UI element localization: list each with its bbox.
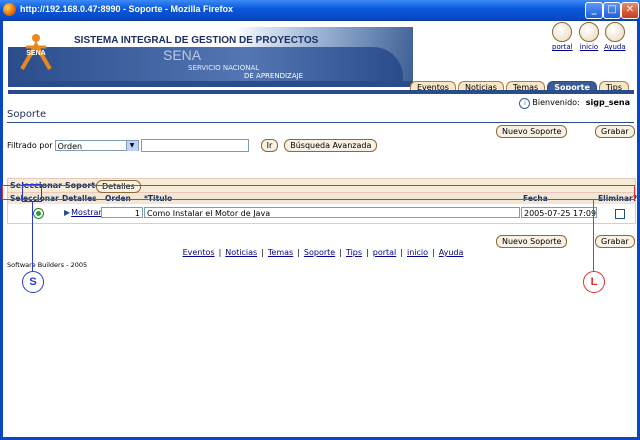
ayuda-link-label[interactable]: Ayuda — [604, 43, 626, 51]
firefox-icon — [3, 3, 16, 16]
home-icon — [579, 22, 599, 42]
footer-credit: Software Builders - 2005 — [7, 261, 88, 269]
inicio-link[interactable]: inicio — [579, 22, 599, 51]
welcome-label: Bienvenido: — [532, 98, 580, 107]
ayuda-link[interactable]: Ayuda — [604, 22, 626, 51]
filter-bar: Filtrado por Orden ▼ Ir Búsqueda Avanzad… — [7, 139, 378, 152]
footer-link-noticias[interactable]: Noticias — [225, 248, 257, 257]
annotation-l-box — [2, 185, 635, 200]
annotation-l-line — [593, 200, 594, 271]
table-row: ▶Mostrar 1 Como Instalar el Motor de Jav… — [8, 206, 635, 220]
fecha-input[interactable]: 2005-07-25 17:09:55 — [521, 207, 597, 218]
title-divider — [7, 122, 634, 123]
sena-logo: SENA — [20, 34, 52, 71]
portal-link-label[interactable]: portal — [552, 43, 573, 51]
chevron-down-icon[interactable]: ▼ — [125, 141, 138, 151]
logo-text: SENA — [26, 50, 45, 57]
play-arrow-icon: ▶ — [64, 208, 71, 217]
footer-link-temas[interactable]: Temas — [268, 248, 293, 257]
annotation-s-box — [22, 184, 42, 202]
filter-select[interactable]: Orden ▼ — [54, 140, 139, 151]
window-titlebar: http://192.168.0.47:8990 - Soporte - Moz… — [0, 0, 640, 21]
banner-subtitle-2: DE APRENDIZAJE — [244, 72, 304, 80]
app-title: SISTEMA INTEGRAL DE GESTION DE PROYECTOS — [74, 35, 319, 46]
banner-sena: SENA — [163, 47, 202, 63]
footer-link-inicio[interactable]: inicio — [407, 248, 428, 257]
orden-input[interactable]: 1 — [101, 207, 143, 218]
browser-content: SENA SISTEMA INTEGRAL DE GESTION DE PROY… — [0, 21, 640, 440]
eliminar-checkbox[interactable] — [615, 209, 625, 219]
busqueda-avanzada-button[interactable]: Búsqueda Avanzada — [284, 139, 378, 152]
nuevo-soporte-button-top[interactable]: Nuevo Soporte — [496, 125, 568, 138]
footer-link-portal[interactable]: portal — [373, 248, 397, 257]
annotation-l-marker: L — [583, 271, 605, 293]
mostrar-link[interactable]: ▶Mostrar — [64, 208, 102, 217]
maximize-button[interactable]: □ — [603, 2, 621, 19]
nuevo-soporte-button-bottom[interactable]: Nuevo Soporte — [496, 235, 568, 248]
header-banner: SENA SISTEMA INTEGRAL DE GESTION DE PROY… — [8, 27, 413, 87]
portal-link[interactable]: portal — [552, 22, 573, 51]
banner-subtitle-1: SERVICIO NACIONAL — [188, 64, 260, 72]
annotation-s-marker: S — [22, 271, 44, 293]
footer-link-soporte[interactable]: Soporte — [304, 248, 335, 257]
select-radio[interactable] — [33, 208, 44, 219]
filter-select-value: Orden — [57, 142, 83, 151]
portal-icon — [552, 22, 573, 42]
annotation-s-line — [32, 202, 33, 271]
window-title: http://192.168.0.47:8990 - Soporte - Moz… — [20, 4, 234, 14]
footer-nav: Eventos | Noticias | Temas | Soporte | Tips | port… — [182, 248, 464, 257]
filter-label: Filtrado por — [7, 141, 53, 150]
grabar-button-top[interactable]: Grabar — [595, 125, 635, 138]
welcome-area: i Bienvenido: sigp_sena — [519, 98, 630, 109]
mostrar-link-label[interactable]: Mostrar — [71, 208, 102, 217]
footer-link-ayuda[interactable]: Ayuda — [439, 248, 464, 257]
close-button[interactable]: ✕ — [621, 2, 639, 19]
footer-link-tips[interactable]: Tips — [346, 248, 362, 257]
filter-text-input[interactable] — [140, 139, 249, 152]
footer-link-eventos[interactable]: Eventos — [183, 248, 215, 257]
nav-bar — [8, 90, 634, 94]
help-icon — [604, 22, 625, 42]
minimize-button[interactable]: _ — [585, 2, 603, 19]
titulo-input[interactable]: Como Instalar el Motor de Java — [144, 207, 520, 218]
username: sigp_sena — [585, 98, 630, 107]
info-icon: i — [519, 98, 531, 109]
ir-button[interactable]: Ir — [260, 139, 279, 152]
inicio-link-label[interactable]: inicio — [580, 43, 598, 51]
page-title: Soporte — [7, 109, 47, 120]
grabar-button-bottom[interactable]: Grabar — [595, 235, 635, 248]
